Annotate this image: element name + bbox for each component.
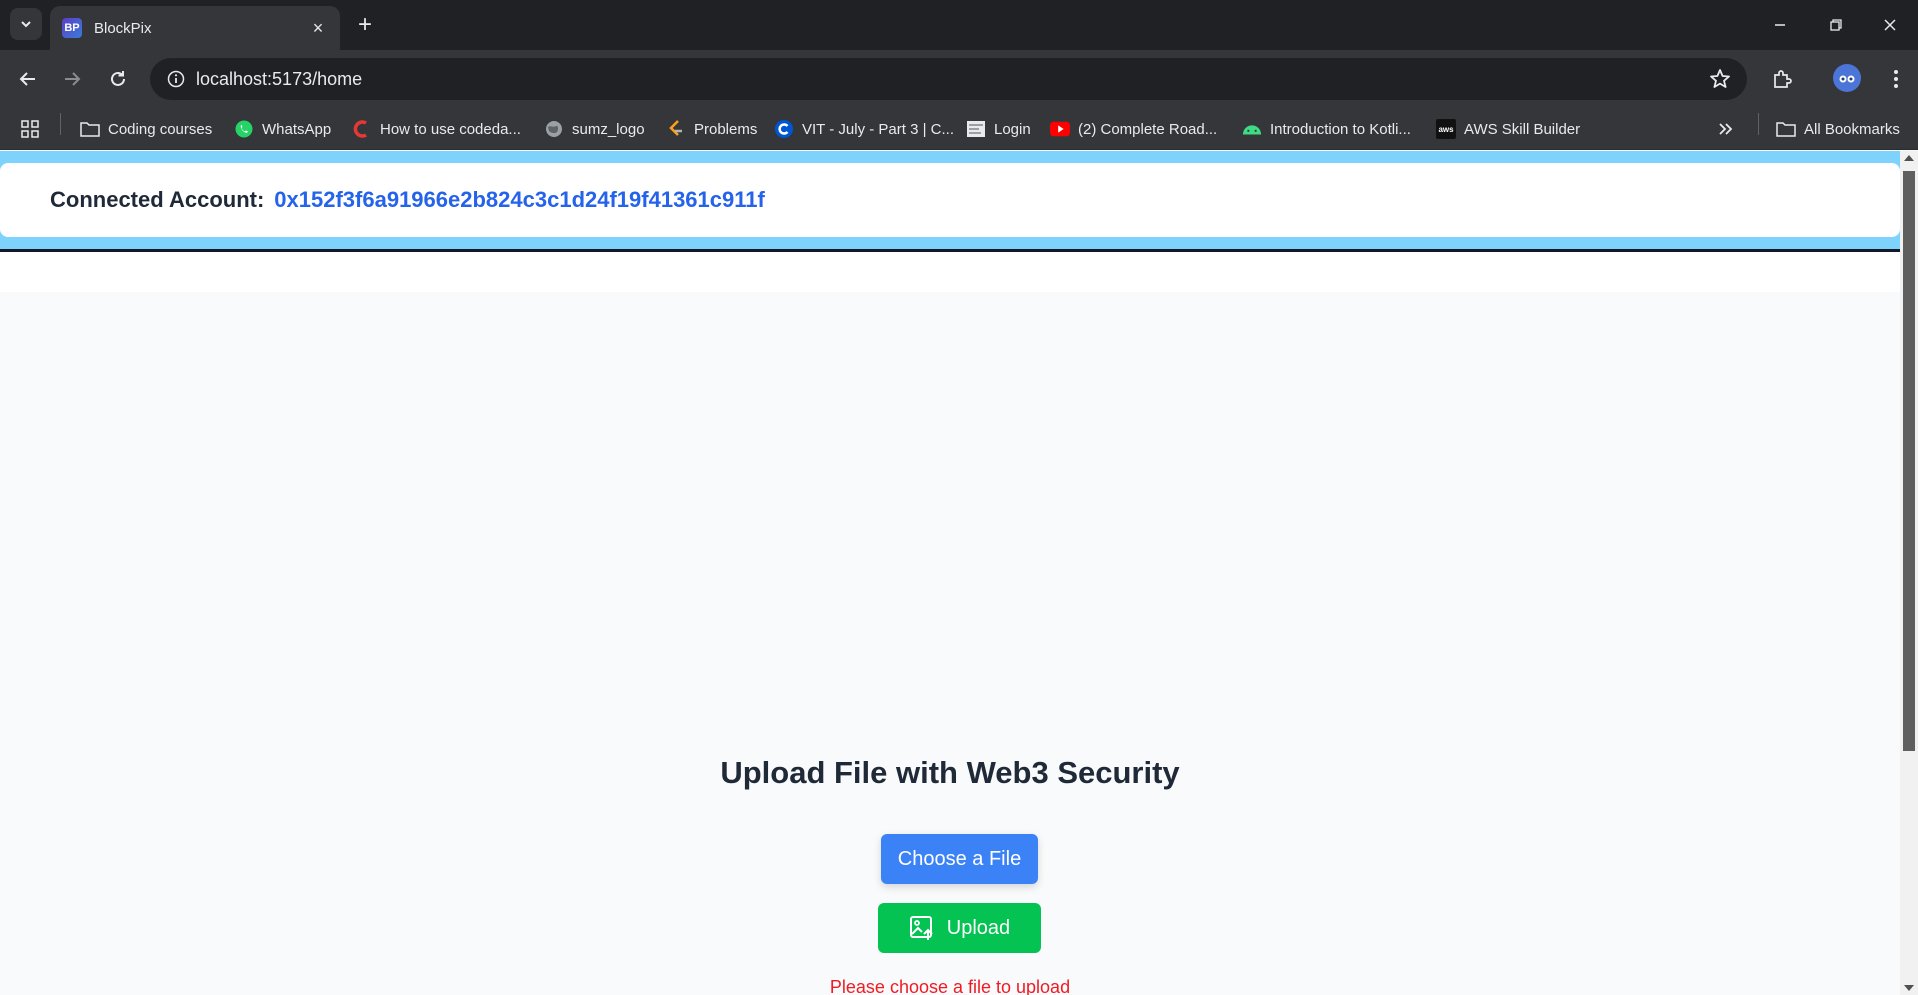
profile-avatar-icon[interactable] bbox=[1833, 64, 1861, 92]
whatsapp-icon bbox=[234, 119, 254, 139]
tab-search-button[interactable] bbox=[10, 8, 42, 40]
bookmark-label: Coding courses bbox=[108, 120, 213, 138]
choose-file-label: Choose a File bbox=[897, 847, 1022, 870]
restore-icon[interactable] bbox=[1808, 0, 1864, 50]
tab-strip: BP BlockPix × + bbox=[0, 0, 1918, 50]
new-tab-button[interactable]: + bbox=[350, 10, 380, 40]
bookmark-codedamn[interactable]: How to use codeda... bbox=[352, 108, 521, 150]
close-window-icon[interactable] bbox=[1862, 0, 1918, 50]
apps-grid-button[interactable] bbox=[20, 108, 40, 150]
scrollbar-thumb[interactable] bbox=[1903, 171, 1915, 751]
bookmark-divider bbox=[1758, 113, 1759, 135]
bookmark-label: Introduction to Kotli... bbox=[1270, 120, 1411, 138]
bookmark-youtube[interactable]: (2) Complete Road... bbox=[1050, 108, 1217, 150]
bookmark-label: sumz_logo bbox=[572, 120, 645, 138]
upload-button[interactable]: Upload bbox=[878, 903, 1041, 953]
bookmark-label: WhatsApp bbox=[262, 120, 332, 138]
minimize-icon[interactable] bbox=[1752, 0, 1808, 50]
codedamn-icon bbox=[352, 119, 372, 139]
youtube-icon bbox=[1050, 119, 1070, 139]
bookmark-label: Problems bbox=[694, 120, 758, 138]
bookmark-star-icon[interactable] bbox=[1709, 68, 1731, 95]
error-message: Please choose a file to upload bbox=[829, 977, 1071, 995]
connected-account-label: Connected Account: bbox=[50, 187, 265, 212]
bookmark-label: How to use codeda... bbox=[380, 120, 521, 138]
all-bookmarks-button[interactable]: All Bookmarks bbox=[1776, 108, 1900, 150]
back-button[interactable] bbox=[12, 63, 44, 95]
aws-badge-text: aws bbox=[1438, 124, 1454, 134]
upload-label: Upload bbox=[946, 916, 1011, 939]
aws-icon: aws bbox=[1436, 119, 1456, 139]
content-header-strip bbox=[0, 252, 1900, 292]
tab-close-icon[interactable]: × bbox=[308, 18, 328, 39]
all-bookmarks-label: All Bookmarks bbox=[1804, 120, 1900, 138]
tab-title: BlockPix bbox=[94, 19, 152, 37]
scroll-down-arrow-icon[interactable] bbox=[1904, 985, 1914, 991]
bookmark-whatsapp[interactable]: WhatsApp bbox=[234, 108, 331, 150]
folder-icon bbox=[80, 119, 100, 139]
leetcode-icon bbox=[666, 119, 686, 139]
android-icon bbox=[1242, 119, 1262, 139]
globe-icon bbox=[544, 119, 564, 139]
account-navbar: Connected Account: 0x152f3f6a91966e2b824… bbox=[0, 163, 1900, 237]
bookmark-coding-courses[interactable]: Coding courses bbox=[80, 108, 212, 150]
bookmark-label: Login bbox=[994, 120, 1031, 138]
bookmark-sumz-logo[interactable]: sumz_logo bbox=[544, 108, 645, 150]
bookmark-divider bbox=[60, 113, 61, 135]
bookmarks-bar: Coding courses WhatsApp How to use coded… bbox=[0, 108, 1918, 150]
bookmark-label: AWS Skill Builder bbox=[1464, 120, 1581, 138]
folder-icon bbox=[1776, 119, 1796, 139]
scroll-up-arrow-icon[interactable] bbox=[1904, 155, 1914, 161]
reload-button[interactable] bbox=[102, 63, 134, 95]
bookmark-vit-coursera[interactable]: VIT - July - Part 3 | C... bbox=[774, 108, 954, 150]
wallet-address[interactable]: 0x152f3f6a91966e2b824c3c1d24f19f41361c91… bbox=[274, 187, 765, 213]
browser-tab[interactable]: BP BlockPix × bbox=[50, 6, 340, 50]
bookmark-aws[interactable]: aws AWS Skill Builder bbox=[1436, 108, 1580, 150]
bookmark-problems[interactable]: Problems bbox=[666, 108, 757, 150]
chevron-down-icon bbox=[21, 21, 31, 28]
upload-title: Upload File with Web3 Security bbox=[720, 755, 1180, 790]
more-bookmarks-button[interactable] bbox=[1718, 108, 1734, 150]
coursera-icon bbox=[774, 119, 794, 139]
forward-button[interactable] bbox=[56, 63, 88, 95]
site-info-icon[interactable] bbox=[156, 58, 196, 100]
blockpix-favicon-icon: BP bbox=[62, 18, 82, 38]
browser-toolbar: localhost:5173/home bbox=[0, 50, 1918, 108]
arrow-left-icon bbox=[19, 72, 35, 86]
page-icon bbox=[966, 119, 986, 139]
arrow-right-icon bbox=[65, 72, 81, 86]
image-upload-icon bbox=[909, 916, 933, 940]
apps-grid-icon bbox=[21, 120, 39, 138]
bookmark-kotlin[interactable]: Introduction to Kotli... bbox=[1242, 108, 1411, 150]
bookmark-label: VIT - July - Part 3 | C... bbox=[802, 120, 954, 138]
choose-file-button[interactable]: Choose a File bbox=[881, 834, 1038, 884]
extensions-icon[interactable] bbox=[1766, 63, 1798, 95]
address-bar[interactable]: localhost:5173/home bbox=[150, 58, 1747, 100]
bookmark-label: (2) Complete Road... bbox=[1078, 120, 1218, 138]
url-text[interactable]: localhost:5173/home bbox=[196, 69, 362, 90]
page-viewport: Connected Account: 0x152f3f6a91966e2b824… bbox=[0, 151, 1900, 995]
double-chevron-right-icon bbox=[1719, 123, 1733, 135]
bookmark-login[interactable]: Login bbox=[966, 108, 1031, 150]
reload-icon bbox=[111, 71, 125, 86]
page-scrollbar[interactable] bbox=[1900, 151, 1918, 995]
menu-kebab-icon[interactable] bbox=[1880, 63, 1912, 95]
